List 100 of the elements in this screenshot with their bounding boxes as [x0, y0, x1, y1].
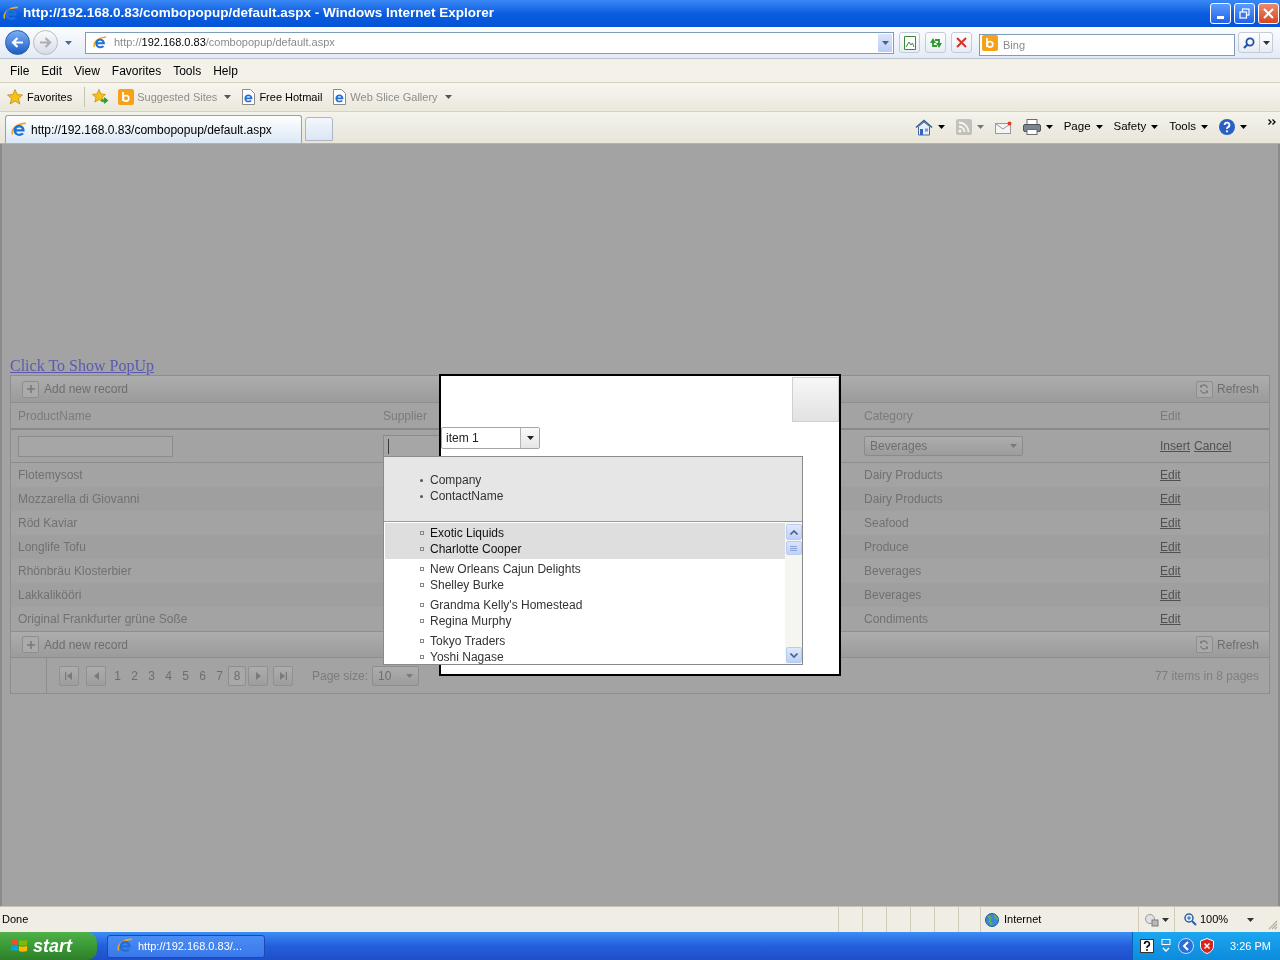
caret-icon — [1161, 917, 1169, 922]
item-select[interactable]: item 1 — [441, 427, 540, 449]
restore-button[interactable] — [1234, 3, 1255, 24]
command-menu-button[interactable]: Tools — [1169, 116, 1208, 138]
dropdown-item[interactable]: Exotic Liquids Charlotte Cooper — [385, 523, 785, 559]
menu-item[interactable]: Favorites — [111, 61, 162, 80]
address-field[interactable]: http://192.168.0.83/combopopup/default.aspx — [85, 31, 894, 54]
contact-name: Regina Murphy — [430, 613, 512, 630]
scroll-down-button[interactable] — [785, 647, 802, 663]
clock: 3:26 PM — [1230, 938, 1271, 954]
refresh-button[interactable]: Refresh — [1195, 380, 1259, 398]
page-size-select[interactable]: 10 — [372, 665, 420, 686]
bullet-icon — [420, 639, 424, 643]
company-name: Exotic Liquids — [430, 525, 505, 542]
web-page-icon — [331, 89, 348, 105]
ie-logo-icon — [11, 121, 27, 138]
dropdown-column-header: Company — [430, 472, 482, 489]
status-text: Done — [1, 912, 30, 928]
refresh-icon — [1195, 636, 1213, 653]
menu-item[interactable]: Help — [213, 61, 238, 80]
help-icon — [1219, 119, 1235, 135]
insert-link[interactable]: Insert — [1160, 437, 1190, 455]
product-name-input[interactable] — [18, 435, 173, 457]
help-button[interactable] — [1219, 116, 1247, 138]
plus-icon — [22, 380, 39, 398]
ie-logo-icon — [3, 5, 19, 22]
search-button[interactable] — [1238, 32, 1260, 53]
show-popup-link[interactable]: Click To Show PopUp — [10, 357, 154, 374]
refresh-page-button[interactable] — [925, 32, 946, 53]
address-dropdown-button[interactable] — [878, 33, 892, 52]
edit-link[interactable]: Edit — [1160, 610, 1181, 628]
bullet-icon — [420, 494, 423, 498]
chevron-icon — [1268, 119, 1276, 125]
edit-link[interactable]: Edit — [1160, 538, 1181, 556]
print-button[interactable] — [1022, 116, 1053, 138]
scroll-up-button[interactable] — [785, 524, 802, 540]
bullet-icon — [420, 531, 424, 535]
dropdown-column-header: ContactName — [430, 488, 504, 505]
refresh-button[interactable]: Refresh — [1195, 635, 1259, 654]
search-options-button[interactable] — [1260, 32, 1273, 53]
caret-icon — [881, 40, 889, 45]
taskbar-button[interactable]: http://192.168.0.83/... — [107, 934, 265, 958]
menu-item[interactable]: View — [74, 61, 100, 80]
company-name: New Orleans Cajun Delights — [430, 561, 581, 578]
compatibility-view-button[interactable] — [899, 32, 920, 53]
caret-icon — [64, 40, 72, 45]
caret-icon — [1262, 40, 1270, 45]
windows-flag-icon — [10, 937, 28, 955]
back-arrow-icon — [11, 37, 24, 48]
edit-link[interactable]: Edit — [1160, 586, 1181, 604]
stop-icon — [956, 37, 967, 48]
web-page-icon — [93, 35, 107, 50]
bing-icon — [118, 89, 135, 105]
menu-item[interactable]: Tools — [173, 61, 202, 80]
back-button[interactable] — [5, 30, 30, 55]
search-icon — [1243, 36, 1255, 49]
resize-grip-icon — [1268, 920, 1278, 930]
bullet-icon — [420, 655, 424, 659]
supplier-input[interactable] — [383, 435, 440, 457]
web-page-icon — [240, 89, 257, 105]
search-field[interactable]: Bing — [979, 33, 1235, 56]
printer-icon — [1022, 119, 1041, 135]
edit-link[interactable]: Edit — [1160, 514, 1181, 532]
star-arrow-icon — [92, 89, 110, 105]
chevron-down-icon — [789, 652, 798, 658]
previous-page-icon — [93, 671, 99, 680]
globe-icon — [985, 912, 999, 927]
plus-icon — [22, 636, 39, 653]
window-title: http://192.168.0.83/combopopup/default.aspx - Windows Internet Explorer — [23, 4, 494, 23]
minimize-button[interactable] — [1210, 3, 1231, 24]
lock-icon — [1144, 912, 1159, 927]
command-menu-button[interactable]: Page — [1063, 116, 1103, 138]
edit-link[interactable]: Edit — [1160, 466, 1181, 484]
contact-name: Shelley Burke — [430, 577, 505, 594]
company-name: Tokyo Traders — [430, 633, 506, 650]
add-to-favorites-button[interactable] — [92, 89, 110, 105]
window-tray-icon — [1160, 939, 1172, 953]
start-button[interactable]: start — [0, 932, 97, 960]
caret-icon — [406, 673, 414, 678]
menu-item[interactable]: Edit — [41, 61, 63, 80]
stop-button[interactable] — [951, 32, 972, 53]
page-link[interactable]: 8 — [228, 665, 246, 686]
scroll-thumb[interactable] — [785, 541, 802, 555]
broken-page-icon — [903, 35, 916, 50]
cancel-link[interactable]: Cancel — [1194, 437, 1232, 455]
edit-link[interactable]: Edit — [1160, 490, 1181, 508]
command-menu-button[interactable]: Safety — [1113, 116, 1159, 138]
category-select[interactable]: Beverages — [864, 436, 1023, 456]
close-button[interactable] — [1258, 3, 1279, 24]
home-icon — [914, 118, 933, 136]
menu-item[interactable]: File — [10, 61, 30, 80]
browser-tab[interactable]: http://192.168.0.83/combopopup/default.aspx — [5, 115, 302, 143]
contact-name: Yoshi Nagase — [430, 649, 504, 664]
favorites-link[interactable]: Free Hotmail — [240, 88, 323, 106]
help-tray-icon — [1140, 939, 1154, 953]
edit-link[interactable]: Edit — [1160, 562, 1181, 580]
magnifier-icon — [1184, 913, 1197, 926]
favorites-button[interactable]: Favorites — [7, 88, 73, 106]
company-name: Grandma Kelly's Homestead — [430, 597, 583, 614]
refresh-arrows-icon — [928, 36, 943, 49]
